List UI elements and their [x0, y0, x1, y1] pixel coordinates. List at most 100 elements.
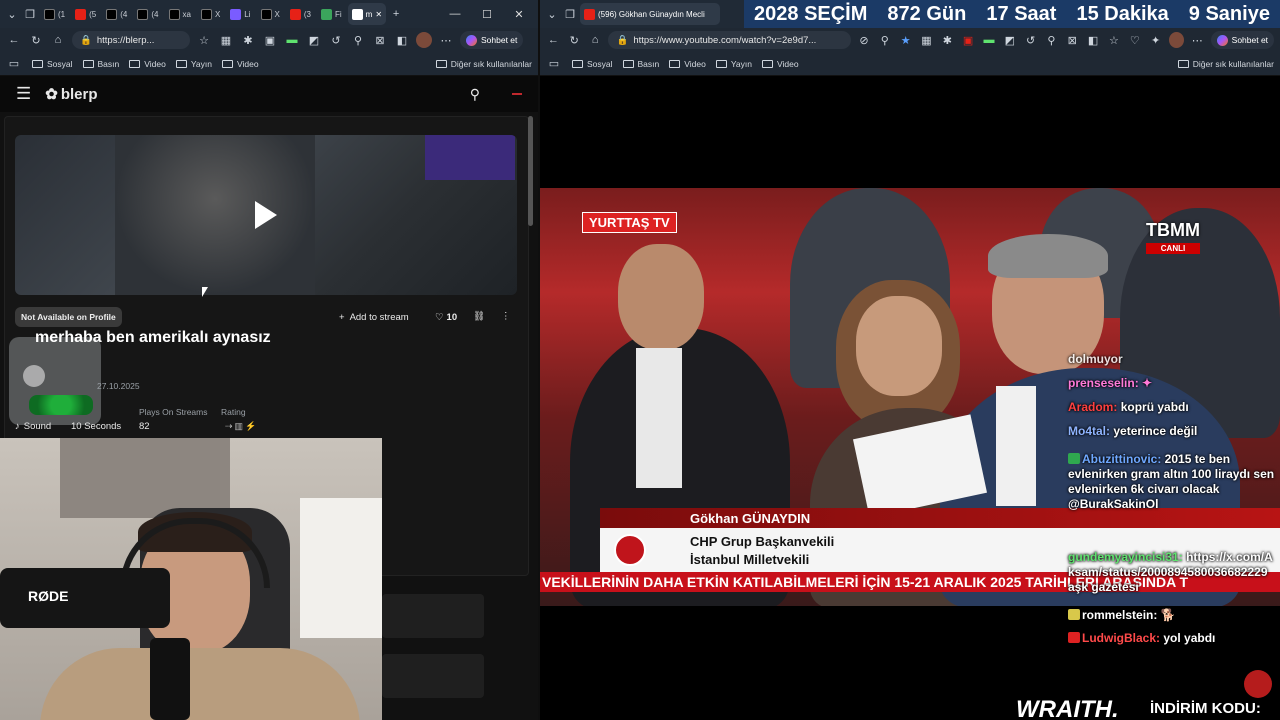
- chat-message: LudwigBlack: yol yabdı: [1068, 631, 1215, 646]
- bookmarks-icon[interactable]: ▭: [546, 56, 562, 72]
- bookmark-folder[interactable]: Video: [129, 59, 166, 69]
- extension-icon[interactable]: ✱: [240, 32, 256, 48]
- extension-icon[interactable]: ✱: [940, 32, 955, 48]
- bookmark-folder[interactable]: Sosyal: [32, 59, 73, 69]
- tab[interactable]: (1: [40, 3, 69, 25]
- extension-icon[interactable]: ⊠: [372, 32, 388, 48]
- search-icon[interactable]: ⚲: [470, 86, 480, 103]
- extension-icon[interactable]: ↺: [1023, 32, 1038, 48]
- extension-icon[interactable]: ▦: [218, 32, 234, 48]
- close-tab-icon[interactable]: ✕: [375, 10, 382, 19]
- extension-icon[interactable]: ▣: [961, 32, 976, 48]
- hamburger-menu-icon[interactable]: ☰: [16, 84, 31, 104]
- whiteboard: [300, 498, 382, 638]
- badge-icon: [1068, 609, 1080, 620]
- extension-icon[interactable]: ↺: [328, 32, 344, 48]
- tab-menu-icon[interactable]: ⌄: [4, 6, 20, 22]
- wall-photos: [60, 438, 230, 518]
- bookmark-folder[interactable]: Yayın: [715, 59, 752, 69]
- sponsor-logo: WRAITH.: [1016, 696, 1119, 720]
- avatar[interactable]: [416, 32, 432, 48]
- workspaces-icon[interactable]: ❐: [562, 6, 578, 22]
- extension-icon[interactable]: ▬: [982, 32, 997, 48]
- sound-thumbnail[interactable]: [15, 135, 517, 295]
- music-note-icon: ♪: [15, 421, 20, 432]
- tab[interactable]: xa: [165, 3, 195, 25]
- scrollbar[interactable]: [528, 116, 533, 226]
- address-bar[interactable]: 🔒 https://www.youtube.com/watch?v=2e9d7..…: [608, 31, 851, 49]
- extensions-puzzle-icon[interactable]: ✦: [1148, 32, 1163, 48]
- other-bookmarks[interactable]: Diğer sık kullanılanlar: [1177, 59, 1274, 69]
- split-screen-icon[interactable]: ◧: [394, 32, 410, 48]
- bookmark-folder[interactable]: Basın: [82, 59, 119, 69]
- minimize-icon[interactable]: —: [440, 3, 470, 25]
- play-icon[interactable]: [255, 201, 277, 229]
- extension-icon[interactable]: ⊠: [1065, 32, 1080, 48]
- collections-icon[interactable]: ♡: [1127, 32, 1142, 48]
- share-link-icon[interactable]: ⛓: [473, 311, 485, 322]
- collections-icon[interactable]: ☆: [196, 32, 212, 48]
- extension-icon[interactable]: ▣: [262, 32, 278, 48]
- extension-icon[interactable]: ▬: [284, 32, 300, 48]
- back-icon[interactable]: ←: [546, 32, 561, 48]
- blerp-logo[interactable]: ✿ blerp: [45, 85, 97, 104]
- home-icon[interactable]: ⌂: [50, 32, 66, 48]
- tab[interactable]: (3: [286, 3, 315, 25]
- bookmark-folder[interactable]: Video: [761, 59, 799, 69]
- right-browser-window: ⌄ ❐ (596) Gökhan Günaydın Mecli ← ↻ ⌂ 🔒 h…: [540, 0, 1280, 720]
- tab[interactable]: Fi: [317, 3, 346, 25]
- tab-bar: ⌄ ❐ (1 (5 (4 (4 xa X Li X (3 Fi m ✕ + — ☐…: [0, 0, 538, 28]
- extension-icon[interactable]: ▦: [919, 32, 934, 48]
- tab[interactable]: (4: [133, 3, 162, 25]
- creator-avatar[interactable]: [9, 337, 101, 425]
- video-frame[interactable]: YURTTAŞ TV TBMM CANLI Gökhan GÜNAYDIN CH…: [540, 188, 1280, 606]
- refresh-icon[interactable]: ↻: [28, 32, 44, 48]
- extension-icon[interactable]: ◩: [1002, 32, 1017, 48]
- more-icon[interactable]: ⋯: [1190, 32, 1205, 48]
- bookmark-folder[interactable]: Basın: [622, 59, 659, 69]
- copilot-button[interactable]: Sohbet et: [460, 31, 524, 49]
- add-to-stream-button[interactable]: + Add to stream: [339, 312, 409, 323]
- translate-icon[interactable]: ⊘: [857, 32, 872, 48]
- favorites-icon[interactable]: ☆: [1107, 32, 1122, 48]
- bookmark-folder[interactable]: Video: [221, 59, 259, 69]
- home-icon[interactable]: ⌂: [588, 32, 603, 48]
- extension-icon[interactable]: ⚲: [1044, 32, 1059, 48]
- account-indicator[interactable]: [512, 93, 522, 95]
- plus-icon: +: [339, 312, 345, 323]
- extension-icon[interactable]: ◩: [306, 32, 322, 48]
- bookmark-folder[interactable]: Yayın: [175, 59, 212, 69]
- bookmark-folder[interactable]: Video: [669, 59, 706, 69]
- new-tab-button[interactable]: +: [388, 6, 404, 22]
- bookmarks-icon[interactable]: ▭: [6, 56, 22, 72]
- badge-icon: [1068, 632, 1080, 643]
- workspaces-icon[interactable]: ❐: [22, 6, 38, 22]
- tab[interactable]: Li: [226, 3, 254, 25]
- tab[interactable]: (4: [102, 3, 131, 25]
- avatar[interactable]: [1169, 32, 1184, 48]
- copilot-button[interactable]: Sohbet et: [1210, 31, 1275, 49]
- tab[interactable]: (5: [71, 3, 100, 25]
- back-icon[interactable]: ←: [6, 32, 22, 48]
- more-icon[interactable]: ⋯: [438, 32, 454, 48]
- split-screen-icon[interactable]: ◧: [1086, 32, 1101, 48]
- more-options-icon[interactable]: ⋮: [501, 311, 511, 322]
- refresh-icon[interactable]: ↻: [567, 32, 582, 48]
- bookmark-folder[interactable]: Sosyal: [572, 59, 613, 69]
- tab-active[interactable]: m ✕: [347, 3, 387, 25]
- tab-active[interactable]: (596) Gökhan Günaydın Mecli: [580, 3, 720, 25]
- favorite-star-icon[interactable]: ★: [898, 32, 913, 48]
- tab[interactable]: X: [197, 3, 224, 25]
- close-window-icon[interactable]: ✕: [504, 3, 534, 25]
- turkey-flag-icon: [614, 534, 646, 566]
- tab-menu-icon[interactable]: ⌄: [544, 6, 560, 22]
- zoom-icon[interactable]: ⚲: [877, 32, 892, 48]
- extension-icon[interactable]: ⚲: [350, 32, 366, 48]
- like-button[interactable]: ♡ 10: [435, 312, 457, 323]
- maximize-icon[interactable]: ☐: [472, 3, 502, 25]
- tab[interactable]: X: [257, 3, 284, 25]
- emote-icon: 🐕: [1160, 608, 1176, 622]
- other-bookmarks[interactable]: Diğer sık kullanılanlar: [435, 59, 532, 69]
- sound-title: merhaba ben amerikalı aynasız: [35, 329, 271, 346]
- address-bar[interactable]: 🔒 https://blerp...: [72, 31, 190, 49]
